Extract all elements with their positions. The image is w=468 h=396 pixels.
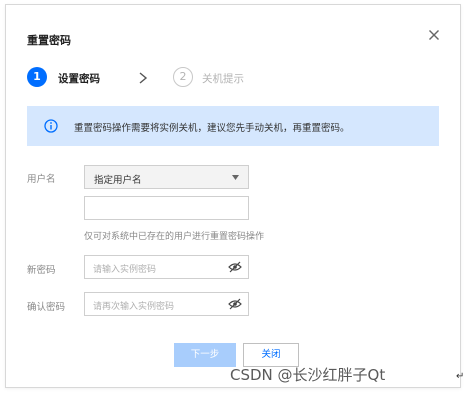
username-label: 用户名 [27,174,56,185]
chevron-right-icon [139,72,148,84]
watermark-text: CSDN @长沙红胖子Qt [230,366,386,384]
step-indicator: 1 设置密码 2 关机提示 [27,66,327,90]
confirm-password-label: 确认密码 [27,302,66,313]
caret-down-icon [232,175,239,180]
notice-banner: 重置密码操作需要将实例关机，建议您先手动关机，再重置密码。 [27,106,439,146]
new-password-field[interactable]: 请输入实例密码 [84,255,249,279]
eye-hidden-icon[interactable] [228,261,242,273]
step-2-label: 关机提示 [202,73,244,85]
new-password-label: 新密码 [27,265,56,276]
dialog-title: 重置密码 [27,34,71,47]
next-button[interactable]: 下一步 [174,343,236,367]
step-1-number: 1 [27,67,47,87]
eye-hidden-icon[interactable] [228,298,242,310]
info-icon [44,119,58,133]
username-select-value: 指定用户名 [94,175,142,186]
return-arrow-icon: ↵ [456,371,465,382]
confirm-password-field[interactable]: 请再次输入实例密码 [84,292,249,316]
new-password-placeholder: 请输入实例密码 [93,265,157,275]
step-1-label: 设置密码 [58,73,100,85]
notice-text: 重置密码操作需要将实例关机，建议您先手动关机，再重置密码。 [74,123,350,134]
username-select[interactable]: 指定用户名 [84,165,249,189]
username-hint: 仅可对系统中已存在的用户进行重置密码操作 [84,232,265,242]
confirm-password-placeholder: 请再次输入实例密码 [93,302,175,312]
username-input[interactable] [84,196,249,220]
reset-password-dialog: 重置密码 1 设置密码 2 关机提示 重置密码操作需要将实例关机，建议您先手动关… [5,4,461,388]
close-icon[interactable] [426,27,442,43]
step-2-number: 2 [173,67,193,87]
